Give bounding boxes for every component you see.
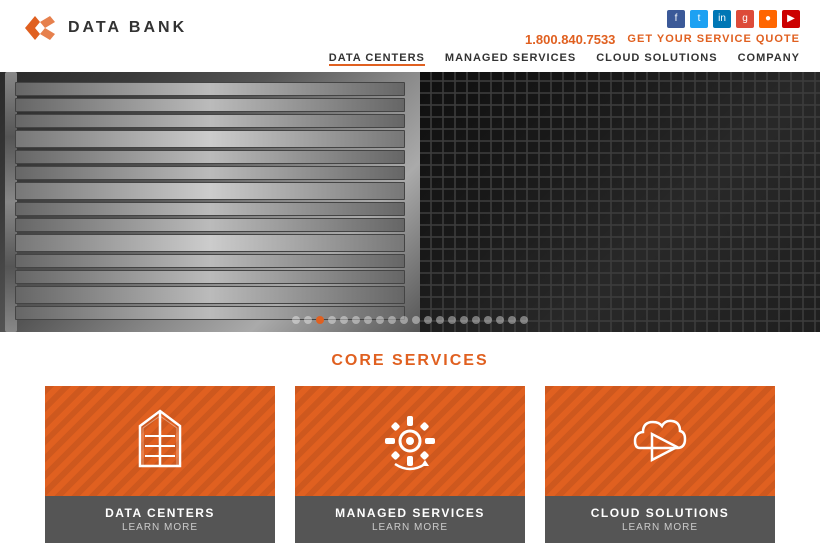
dot-11[interactable] <box>412 316 420 324</box>
dot-17[interactable] <box>484 316 492 324</box>
service-label-cloud: CLOUD SOLUTIONS LEARN MORE <box>545 496 775 543</box>
dot-6[interactable] <box>352 316 360 324</box>
dot-10[interactable] <box>400 316 408 324</box>
dot-3[interactable] <box>316 316 324 324</box>
dot-16[interactable] <box>472 316 480 324</box>
dot-7[interactable] <box>364 316 372 324</box>
dot-5[interactable] <box>340 316 348 324</box>
dot-15[interactable] <box>460 316 468 324</box>
hero-right-panel <box>420 72 820 332</box>
service-card-cloud[interactable]: CLOUD SOLUTIONS LEARN MORE <box>545 386 775 543</box>
core-services-title: CORE SERVICES <box>20 352 800 370</box>
dot-9[interactable] <box>388 316 396 324</box>
dot-2[interactable] <box>304 316 312 324</box>
slider-dots <box>292 316 528 324</box>
cloud-solutions-icon <box>625 406 695 476</box>
nav-item-company[interactable]: COMPANY <box>738 52 800 66</box>
managed-services-icon <box>375 406 445 476</box>
service-name-managed: MANAGED SERVICES <box>303 506 517 520</box>
service-label-managed: MANAGED SERVICES LEARN MORE <box>295 496 525 543</box>
service-label-datacenters: DATA CENTERS LEARN MORE <box>45 496 275 543</box>
service-learn-datacenters: LEARN MORE <box>53 522 267 533</box>
nav-item-managed[interactable]: MANAGED SERVICES <box>445 52 576 66</box>
linkedin-icon[interactable]: in <box>713 10 731 28</box>
service-card-datacenters[interactable]: DATA CENTERS LEARN MORE <box>45 386 275 543</box>
service-quote-link[interactable]: GET YOUR SERVICE QUOTE <box>627 33 800 45</box>
dot-1[interactable] <box>292 316 300 324</box>
dot-4[interactable] <box>328 316 336 324</box>
logo: DATA BANK <box>20 8 187 48</box>
service-name-datacenters: DATA CENTERS <box>53 506 267 520</box>
phone-number: 1.800.840.7533 <box>525 32 615 47</box>
googleplus-icon[interactable]: g <box>736 10 754 28</box>
facebook-icon[interactable]: f <box>667 10 685 28</box>
dot-18[interactable] <box>496 316 504 324</box>
twitter-icon[interactable]: t <box>690 10 708 28</box>
social-icons-row: f t in g ● ▶ <box>667 10 800 28</box>
hero-left-panel <box>0 72 420 332</box>
service-icon-area-datacenters <box>45 386 275 496</box>
dot-19[interactable] <box>508 316 516 324</box>
service-name-cloud: CLOUD SOLUTIONS <box>553 506 767 520</box>
nav-item-cloud[interactable]: CLOUD SOLUTIONS <box>596 52 717 66</box>
nav-item-datacenters[interactable]: DATA CENTERS <box>329 52 425 66</box>
contact-row: 1.800.840.7533 GET YOUR SERVICE QUOTE <box>525 32 800 47</box>
dot-14[interactable] <box>448 316 456 324</box>
service-card-managed[interactable]: MANAGED SERVICES LEARN MORE <box>295 386 525 543</box>
dot-8[interactable] <box>376 316 384 324</box>
service-learn-managed: LEARN MORE <box>303 522 517 533</box>
rss-icon[interactable]: ● <box>759 10 777 28</box>
logo-text: DATA BANK <box>68 19 187 37</box>
dot-13[interactable] <box>436 316 444 324</box>
dot-20[interactable] <box>520 316 528 324</box>
header-right: f t in g ● ▶ 1.800.840.7533 GET YOUR SER… <box>525 10 800 47</box>
service-learn-cloud: LEARN MORE <box>553 522 767 533</box>
hero-background <box>0 72 820 332</box>
header: DATA BANK f t in g ● ▶ 1.800.840.7533 GE… <box>0 0 820 48</box>
logo-icon <box>20 8 60 48</box>
core-services-section: CORE SERVICES DATA CENTERS LEARN MORE <box>0 332 820 543</box>
datacenter-icon <box>125 406 195 476</box>
services-grid: DATA CENTERS LEARN MORE <box>20 386 800 543</box>
service-icon-area-cloud <box>545 386 775 496</box>
hero-banner <box>0 72 820 332</box>
youtube-icon[interactable]: ▶ <box>782 10 800 28</box>
nav-bar: DATA CENTERS MANAGED SERVICES CLOUD SOLU… <box>0 48 820 72</box>
service-icon-area-managed <box>295 386 525 496</box>
dot-12[interactable] <box>424 316 432 324</box>
